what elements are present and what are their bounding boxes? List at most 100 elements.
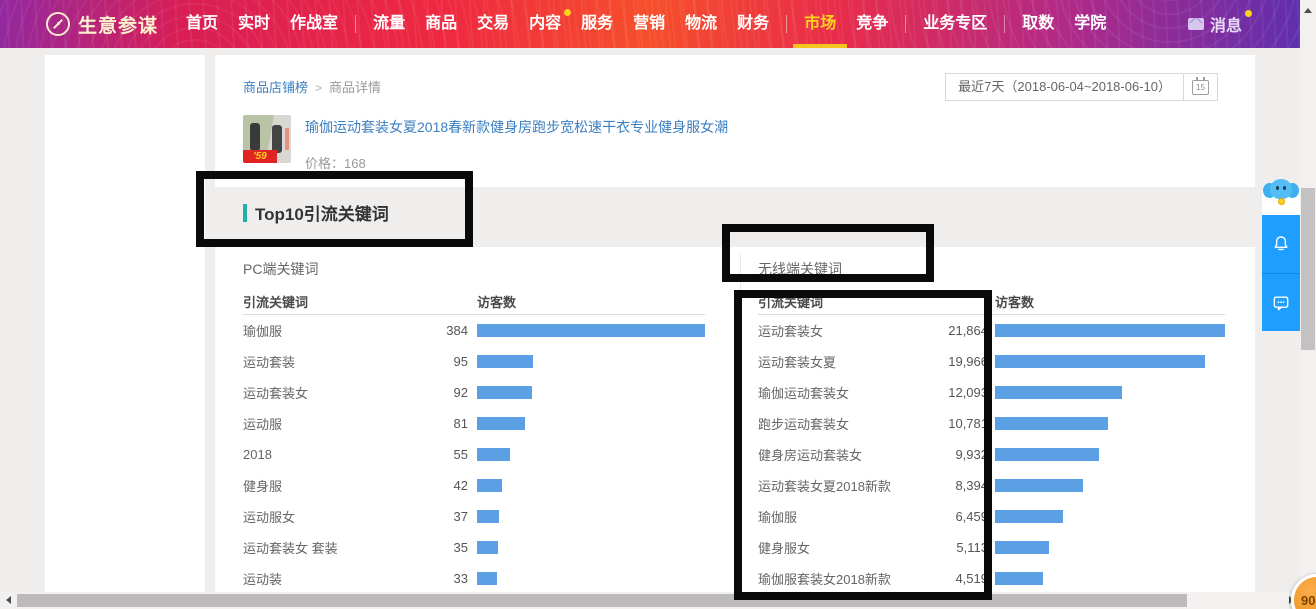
vertical-scrollbar[interactable] (1300, 0, 1316, 609)
nav-item[interactable]: 竞争 (846, 0, 898, 48)
nav-item[interactable]: 流量 (363, 0, 415, 48)
table-row: 运动套装女 套装 35 (243, 532, 705, 563)
scroll-up-arrow[interactable] (1300, 2, 1316, 18)
keyword-label: 瑜伽服 (758, 507, 918, 526)
calendar-icon: 15 (1192, 80, 1209, 95)
nav-item[interactable]: 作战室 (280, 0, 348, 48)
wireless-col-visitors: 访客数 (995, 292, 1225, 311)
nav-item[interactable]: 财务 (727, 0, 779, 48)
scroll-left-arrow[interactable] (0, 592, 16, 608)
nav-item[interactable]: 物流 (675, 0, 727, 48)
feedback-chat-button[interactable] (1262, 273, 1300, 331)
score-widget[interactable]: 90 (1291, 574, 1316, 609)
wireless-table-rows: 运动套装女 21,864 运动套装女夏 19,966 瑜伽运动套装女 12,09… (758, 315, 1225, 592)
notification-dot-icon (564, 9, 571, 16)
date-range-selector[interactable]: 最近7天（2018-06-04~2018-06-10） (945, 73, 1184, 101)
nav-item[interactable]: 商品 (415, 0, 467, 48)
calendar-button[interactable]: 15 (1184, 73, 1218, 101)
notifications-button[interactable] (1262, 215, 1300, 273)
wireless-panel-subtitle: 无线端关键词 (758, 259, 842, 279)
product-header-card: 商品店铺榜>商品详情 最近7天（2018-06-04~2018-06-10） 1… (215, 55, 1255, 187)
keywords-card: PC端关键词 无线端关键词 引流关键词 访客数 瑜伽服 384 运动套装 95 (215, 247, 1255, 592)
floating-assistant (1262, 185, 1300, 331)
nav-divider (355, 15, 356, 33)
date-range-filter: 最近7天（2018-06-04~2018-06-10） 15 (945, 73, 1218, 101)
visitor-count: 21,864 (918, 323, 988, 338)
elephant-mascot-icon (1263, 179, 1299, 209)
nav-divider (905, 15, 906, 33)
keyword-label: 运动套装女 (243, 383, 398, 402)
nav-item[interactable]: 服务 (571, 0, 623, 48)
brand-name: 生意参谋 (78, 11, 158, 38)
top-navbar: 生意参谋 首页 实时 作战室 流量 商品 交易 内容 服务 (0, 0, 1300, 48)
table-row: 运动套装女 92 (243, 377, 705, 408)
visitor-bar (477, 448, 510, 461)
visitor-bar (995, 386, 1122, 399)
brand[interactable]: 生意参谋 (46, 11, 158, 38)
visitor-bar (995, 324, 1225, 337)
visitor-count: 12,093 (918, 385, 988, 400)
visitor-count: 8,394 (918, 478, 988, 493)
horizontal-scrollbar-thumb[interactable] (17, 594, 1187, 607)
breadcrumb-link-rankings[interactable]: 商品店铺榜 (243, 80, 308, 95)
nav-item[interactable]: 业务专区 (913, 0, 997, 48)
visitor-count: 10,781 (918, 416, 988, 431)
visitor-count: 55 (398, 447, 468, 462)
visitor-count: 42 (398, 478, 468, 493)
nav-item-label: 取数 (1022, 15, 1054, 32)
nav-item[interactable]: 首页 (176, 0, 228, 48)
up-arrow-icon (1304, 8, 1312, 13)
nav-item[interactable]: 市场 (794, 0, 846, 48)
visitor-bar (477, 386, 532, 399)
nav-item[interactable]: 交易 (467, 0, 519, 48)
keyword-label: 健身服女 (758, 538, 918, 557)
breadcrumb-current: 商品详情 (329, 80, 381, 95)
pc-col-visitors: 访客数 (477, 292, 705, 311)
nav-item[interactable]: 营销 (623, 0, 675, 48)
vertical-scrollbar-thumb[interactable] (1301, 188, 1315, 350)
nav-item-label: 交易 (477, 15, 509, 32)
compass-logo-icon (46, 12, 70, 36)
visitor-count: 6,459 (918, 509, 988, 524)
table-row: 运动服 81 (243, 408, 705, 439)
table-row: 运动装 33 (243, 563, 705, 592)
bell-icon (1271, 234, 1291, 254)
visitor-bar (477, 417, 525, 430)
nav-item-label: 流量 (373, 15, 405, 32)
product-title-link[interactable]: 瑜伽运动套装女夏2018春新款健身房跑步宽松速干衣专业健身服女潮 (305, 117, 728, 137)
visitor-bar (995, 510, 1063, 523)
product-thumbnail[interactable]: '59 (243, 115, 291, 163)
visitor-count: 37 (398, 509, 468, 524)
left-arrow-icon (6, 596, 11, 604)
horizontal-scrollbar[interactable] (0, 592, 1300, 609)
nav-item-label: 市场 (804, 15, 836, 32)
keyword-label: 运动套装女夏 (758, 352, 918, 371)
keyword-label: 健身房运动套装女 (758, 445, 918, 464)
nav-item-label: 财务 (737, 15, 769, 32)
nav-item-label: 业务专区 (923, 15, 987, 32)
pc-table-rows: 瑜伽服 384 运动套装 95 运动套装女 92 运动服 (243, 315, 705, 592)
nav-divider (1004, 15, 1005, 33)
pc-keywords-table: 引流关键词 访客数 瑜伽服 384 运动套装 95 运动套装女 (243, 289, 705, 592)
nav-item-label: 内容 (529, 15, 561, 32)
nav-item-messages[interactable]: 消息 (1188, 0, 1242, 48)
nav-item[interactable]: 实时 (228, 0, 280, 48)
pc-col-keyword: 引流关键词 (243, 292, 477, 311)
table-row: 瑜伽服 6,459 (758, 501, 1225, 532)
nav-item[interactable]: 取数 (1012, 0, 1064, 48)
table-row: 健身房运动套装女 9,932 (758, 439, 1225, 470)
visitor-count: 95 (398, 354, 468, 369)
nav-item-label: 物流 (685, 15, 717, 32)
nav-item[interactable]: 内容 (519, 0, 571, 48)
panel-divider (740, 253, 741, 592)
visitor-count: 33 (398, 571, 468, 586)
section-title: Top10引流关键词 (255, 200, 389, 225)
visitor-count: 19,966 (918, 354, 988, 369)
nav-item-label: 学院 (1074, 15, 1106, 32)
section-header: Top10引流关键词 (243, 200, 389, 225)
visitor-bar (995, 479, 1083, 492)
table-row: 瑜伽服 384 (243, 315, 705, 346)
nav-item[interactable]: 学院 (1064, 0, 1116, 48)
nav-divider (786, 15, 787, 33)
wireless-keywords-table: 引流关键词 访客数 运动套装女 21,864 运动套装女夏 19,966 瑜伽运… (758, 289, 1225, 592)
